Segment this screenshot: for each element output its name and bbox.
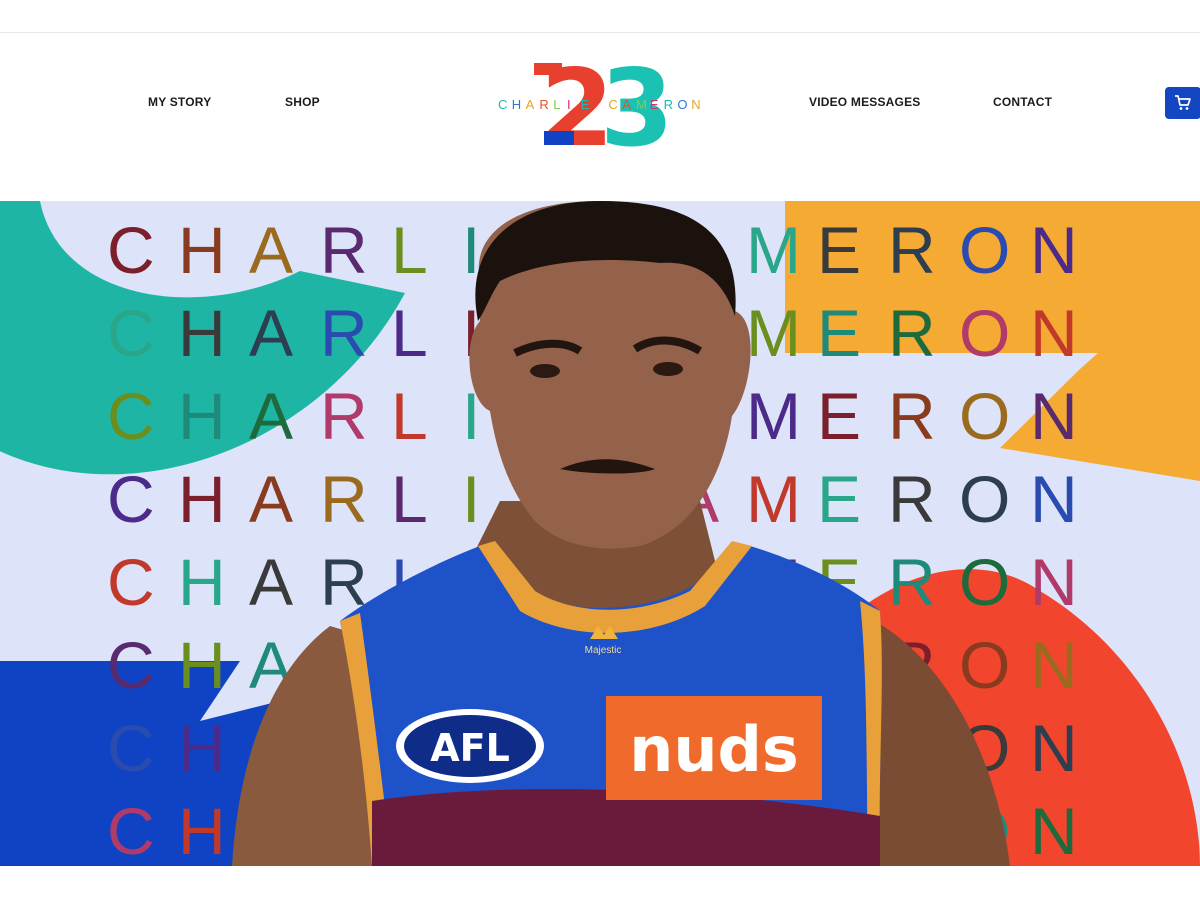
- hero-name-letter: M: [746, 462, 801, 536]
- cart-button[interactable]: [1165, 87, 1200, 119]
- nav-video-messages[interactable]: VIDEO MESSAGES: [809, 95, 921, 109]
- hero-name-letter: C: [107, 379, 155, 453]
- hero-name-letter: E: [817, 296, 861, 370]
- hero-name-letter: O: [959, 379, 1010, 453]
- header: MY STORY SHOP 23 CHARLIECAMERON VIDEO ME…: [0, 33, 1200, 201]
- hero-name-letter: H: [178, 296, 226, 370]
- logo-letter: E: [581, 97, 590, 112]
- hero-name-letter: M: [746, 379, 801, 453]
- hero: CHARLIECAMERONCHARLIECAMERONCHARLIECAMER…: [0, 201, 1200, 867]
- hero-name-letter: O: [959, 462, 1010, 536]
- cart-icon: [1175, 95, 1191, 110]
- player-eye-left: [530, 364, 560, 378]
- logo-letter: A: [526, 97, 535, 112]
- hero-name-letter: A: [249, 462, 293, 536]
- logo-letter: N: [691, 97, 700, 112]
- logo-letter: R: [539, 97, 548, 112]
- hero-name-letter: M: [746, 296, 801, 370]
- hero-name-letter: C: [107, 628, 155, 702]
- nav-contact[interactable]: CONTACT: [993, 95, 1052, 109]
- hero-name-letter: L: [391, 462, 428, 536]
- logo-letter: O: [677, 97, 687, 112]
- hero-name-letter: N: [1030, 213, 1078, 287]
- hero-name-letter: A: [249, 545, 293, 619]
- logo-shape-top-left: [534, 63, 562, 75]
- hero-name-letter: H: [178, 711, 226, 785]
- hero-name-letter: E: [817, 462, 861, 536]
- sponsor-text: nuds: [629, 713, 799, 786]
- hero-name-letter: C: [107, 711, 155, 785]
- site-logo[interactable]: 23 CHARLIECAMERON: [490, 47, 710, 170]
- hero-name-letter: H: [178, 462, 226, 536]
- hero-name-letter: I: [462, 462, 480, 536]
- hero-name-letter: E: [817, 213, 861, 287]
- logo-letter: C: [498, 97, 507, 112]
- hero-name-letter: R: [320, 296, 368, 370]
- hero-name-letter: C: [107, 296, 155, 370]
- hero-name-letter: R: [888, 213, 936, 287]
- hero-name-letter: N: [1030, 545, 1078, 619]
- nav-my-story[interactable]: MY STORY: [148, 95, 211, 109]
- logo-letter: R: [664, 97, 673, 112]
- hero-name-letter: C: [107, 213, 155, 287]
- hero-name-letter: L: [391, 379, 428, 453]
- hero-name-letter: N: [1030, 628, 1078, 702]
- logo-letter: H: [512, 97, 521, 112]
- hero-name-letter: H: [178, 545, 226, 619]
- hero-name-letter: A: [249, 213, 293, 287]
- hero-name-letter: M: [746, 213, 801, 287]
- logo-letter: A: [622, 97, 631, 112]
- hero-name-letter: N: [1030, 296, 1078, 370]
- player-eye-right: [653, 362, 683, 376]
- hero-name-letter: N: [1030, 794, 1078, 867]
- afl-badge: AFL: [396, 709, 544, 783]
- logo-letter: E: [650, 97, 659, 112]
- logo-letter: M: [636, 97, 647, 112]
- hero-name-letter: C: [107, 545, 155, 619]
- hero-name-letter: N: [1030, 462, 1078, 536]
- hero-name-letter: O: [959, 545, 1010, 619]
- logo-letter: C: [608, 97, 617, 112]
- hero-name-letter: A: [249, 379, 293, 453]
- hero-name-letter: R: [888, 545, 936, 619]
- hero-graphic: CHARLIECAMERONCHARLIECAMERONCHARLIECAMER…: [0, 201, 1200, 867]
- hero-name-letter: R: [320, 379, 368, 453]
- hero-name-letter: E: [817, 379, 861, 453]
- hero-name-letter: O: [959, 296, 1010, 370]
- logo-letter: L: [553, 97, 560, 112]
- hero-name-letter: R: [320, 213, 368, 287]
- hero-name-letter: L: [391, 296, 428, 370]
- hero-name-letter: O: [959, 213, 1010, 287]
- hero-name-letter: R: [888, 296, 936, 370]
- majestic-text: Majestic: [585, 645, 622, 656]
- footer-space: [0, 866, 1200, 900]
- hero-name-letter: N: [1030, 379, 1078, 453]
- hero-name-letter: H: [178, 628, 226, 702]
- hero-name-letter: R: [320, 462, 368, 536]
- logo-letter: I: [567, 97, 571, 112]
- hero-name-letter: N: [1030, 711, 1078, 785]
- hero-name-letter: R: [888, 379, 936, 453]
- hero-name-letter: C: [107, 462, 155, 536]
- site: MY STORY SHOP 23 CHARLIECAMERON VIDEO ME…: [0, 32, 1200, 867]
- sponsor-badge: nuds: [606, 696, 822, 800]
- hero-name-letter: R: [888, 462, 936, 536]
- nav-shop[interactable]: SHOP: [285, 95, 320, 109]
- hero-name-letter: C: [107, 794, 155, 867]
- hero-name-letter: O: [959, 628, 1010, 702]
- hero-name-letter: H: [178, 379, 226, 453]
- logo-shape-bottom-left: [544, 131, 574, 145]
- logo-graphic: 23 CHARLIECAMERON: [498, 47, 701, 170]
- afl-text: AFL: [430, 726, 510, 770]
- hero-name-letter: A: [249, 296, 293, 370]
- hero-name-letter: L: [391, 213, 428, 287]
- hero-name-letter: H: [178, 213, 226, 287]
- hero-name-letter: H: [178, 794, 226, 867]
